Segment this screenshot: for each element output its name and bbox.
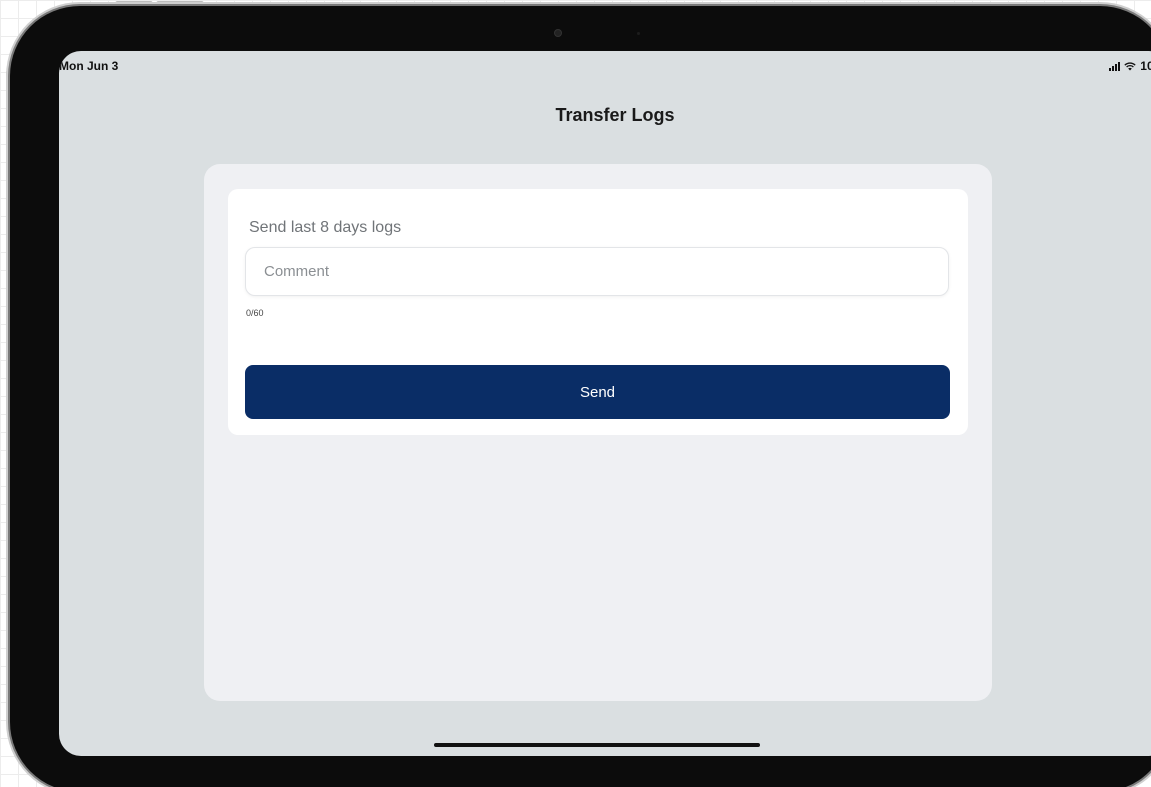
front-camera-icon <box>555 30 561 36</box>
wifi-icon <box>1124 61 1136 70</box>
status-bar-time: Mon Jun 3 <box>59 59 119 73</box>
page-title: Transfer Logs <box>555 105 675 125</box>
sensor-icon <box>637 32 640 35</box>
device-frame: Mon Jun 3 100% Transfer Logs Send last 8… <box>10 6 1151 787</box>
screen: Mon Jun 3 100% Transfer Logs Send last 8… <box>59 51 1151 756</box>
content-panel: Send last 8 days logs 0/60 Send <box>204 164 992 701</box>
send-logs-label: Send last 8 days logs <box>249 219 402 236</box>
comment-input[interactable] <box>245 247 949 296</box>
home-indicator[interactable] <box>434 743 760 747</box>
send-button[interactable]: Send <box>245 365 950 419</box>
cellular-signal-icon <box>1109 61 1121 71</box>
battery-percentage: 100% <box>1140 59 1151 73</box>
status-bar-indicators: 100% <box>1109 59 1151 73</box>
character-counter: 0/60 <box>246 308 264 318</box>
transfer-logs-card: Send last 8 days logs 0/60 Send <box>228 189 968 435</box>
